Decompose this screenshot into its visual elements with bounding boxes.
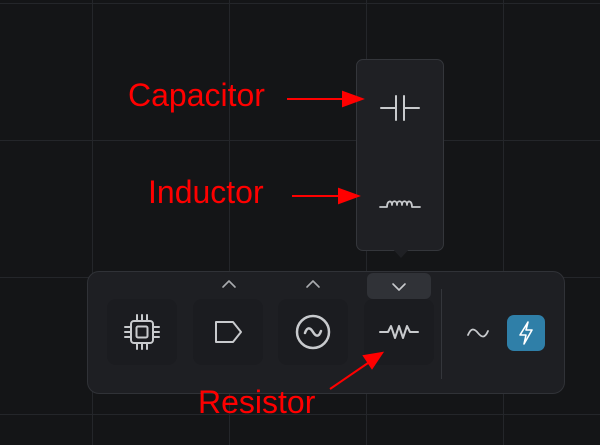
capacitor-arrowhead — [342, 90, 365, 108]
resistor-arrowhead — [362, 351, 385, 370]
inductor-arrowhead — [338, 187, 361, 205]
annotation-arrows — [287, 90, 385, 390]
resistor-arrow-line — [329, 362, 369, 390]
